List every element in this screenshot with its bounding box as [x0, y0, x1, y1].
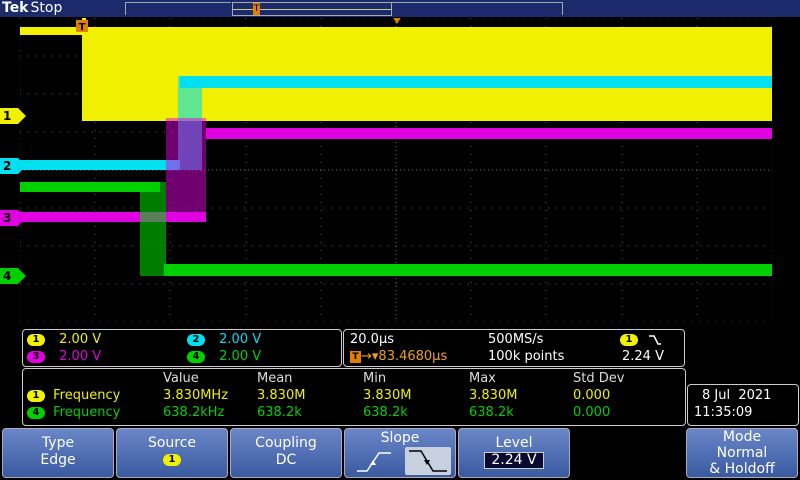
datetime-panel: 8 Jul 2021 11:35:09 [687, 384, 799, 426]
meas-row-1-max: 3.830M [469, 388, 518, 403]
falling-edge-icon [649, 334, 662, 345]
falling-edge-selected[interactable] [405, 447, 451, 475]
meas-row-1-badge: 1 [27, 389, 45, 402]
meas-header-max: Max [469, 371, 496, 386]
mode-button[interactable]: Mode Normal & Holdoff [686, 428, 798, 478]
rising-edge-icon[interactable] [353, 449, 395, 475]
meas-row-1-std: 0.000 [573, 388, 611, 403]
acquisition-status: Stop [30, 0, 63, 16]
channel-1-marker[interactable]: 1 [0, 108, 26, 124]
trigger-position: T →▾83.4680µs [350, 349, 447, 365]
trigger-level-readout: 2.24 V [622, 349, 664, 364]
meas-row-2-name: Frequency [53, 405, 121, 420]
trigger-position-value: →▾83.4680µs [361, 349, 448, 364]
ch1-badge: 1 [27, 333, 45, 346]
meas-row-2-min: 638.2k [363, 405, 408, 420]
channel-2-marker[interactable]: 2 [0, 158, 26, 174]
level-button[interactable]: Level 2.24 V [458, 428, 570, 478]
type-button-value: Edge [40, 452, 76, 468]
meas-header-mean: Mean [257, 371, 293, 386]
meas-row-1-value: 3.830MHz [163, 388, 229, 403]
meas-row-1-name: Frequency [53, 388, 121, 403]
trigger-position-icon: T [350, 350, 361, 363]
ch2-scale-value: 2.00 V [219, 332, 262, 347]
ch3-scale-value: 2.00 V [59, 349, 102, 364]
mode-button-value: Normal [716, 445, 768, 461]
time-display: 11:35:09 [694, 405, 753, 420]
record-view-bracket-left [125, 2, 231, 15]
meas-row-2[interactable]: 4 Frequency [27, 405, 120, 421]
level-button-label: Level [495, 435, 533, 451]
brand-logo: Tek [2, 0, 29, 16]
type-button[interactable]: Type Edge [2, 428, 114, 478]
source-button-label: Source [147, 435, 197, 451]
coupling-button-value: DC [275, 452, 297, 468]
meas-row-1-min: 3.830M [363, 388, 412, 403]
sample-rate: 500MS/s [488, 332, 544, 347]
falling-edge-icon [409, 450, 447, 472]
coupling-button-label: Coupling [255, 435, 317, 451]
source-button[interactable]: Source 1 [116, 428, 228, 478]
measurements-panel: Value Mean Min Max Std Dev 1 Frequency 3… [22, 368, 686, 426]
ch2-scale[interactable]: 2 2.00 V [187, 332, 261, 348]
brand-status: Tek Stop [2, 0, 62, 17]
ch4-badge: 4 [187, 350, 205, 363]
ch4-scale-value: 2.00 V [219, 349, 262, 364]
date-display: 8 Jul 2021 [702, 388, 772, 403]
mode-button-holdoff: & Holdoff [709, 461, 775, 477]
slope-button-label: Slope [380, 430, 420, 446]
ch2-badge: 2 [187, 333, 205, 346]
record-view-bracket-right [392, 2, 563, 15]
horizontal-scale: 20.0µs [350, 332, 394, 347]
ch1-scale[interactable]: 1 2.00 V [27, 332, 101, 348]
waveform-display[interactable]: T [20, 18, 772, 322]
trigger-position-label: T [79, 22, 86, 33]
level-button-value: 2.24 V [484, 452, 544, 469]
meas-row-1-mean: 3.830M [257, 388, 306, 403]
ch1-scale-value: 2.00 V [59, 332, 102, 347]
meas-row-2-mean: 638.2k [257, 405, 302, 420]
mode-button-label: Mode [722, 429, 762, 445]
record-view-bar[interactable]: T [232, 2, 392, 16]
meas-header-value: Value [163, 371, 199, 386]
meas-header-stddev: Std Dev [573, 371, 625, 386]
ch3-badge: 3 [27, 350, 45, 363]
channel-4-marker[interactable]: 4 [0, 268, 26, 284]
meas-row-1[interactable]: 1 Frequency [27, 388, 120, 404]
meas-header-min: Min [363, 371, 387, 386]
trigger-source-indicator: 1 [620, 332, 662, 348]
record-length: 100k points [488, 349, 565, 364]
meas-row-2-badge: 4 [27, 406, 45, 419]
meas-row-2-max: 638.2k [469, 405, 514, 420]
channel-scale-panel: 1 2.00 V 2 2.00 V 3 2.00 V 4 2.00 V [22, 329, 342, 367]
slope-button[interactable]: Slope [344, 428, 456, 478]
type-button-label: Type [41, 435, 75, 451]
ch3-scale[interactable]: 3 2.00 V [27, 349, 101, 365]
record-trigger-marker: T [253, 3, 260, 15]
coupling-button[interactable]: Coupling DC [230, 428, 342, 478]
source-button-value: 1 [163, 454, 181, 466]
ch4-scale[interactable]: 4 2.00 V [187, 349, 261, 365]
channel-1-waveform [20, 18, 772, 121]
timebase-panel[interactable]: 20.0µs 500MS/s T →▾83.4680µs 100k points … [343, 329, 685, 367]
channel-3-marker[interactable]: 3 [0, 210, 26, 226]
meas-row-2-std: 0.000 [573, 405, 611, 420]
meas-row-2-value: 638.2kHz [163, 405, 225, 420]
trigger-source-badge: 1 [620, 333, 638, 346]
